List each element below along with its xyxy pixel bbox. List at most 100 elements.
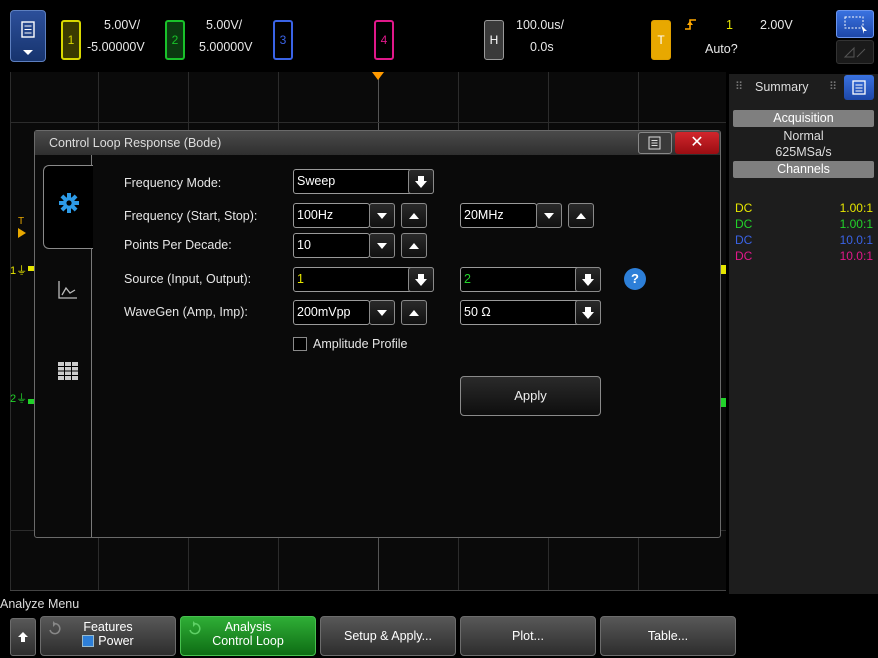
arrow-down-icon <box>415 273 427 286</box>
main-menu-button[interactable] <box>10 10 46 62</box>
frequency-label: Frequency (Start, Stop): <box>124 209 258 223</box>
rotate-knob-icon <box>49 621 61 635</box>
channel-1-ground-icon: ⏚ <box>16 265 28 277</box>
summary-tab-bar: ⠿ Summary ⠿ <box>729 74 878 102</box>
frequency-start-decrement[interactable] <box>369 203 395 228</box>
rising-edge-icon <box>685 19 696 30</box>
top-status-bar: 1 5.00V/ -5.00000V 2 5.00V/ 5.00000V 3 4… <box>0 0 878 72</box>
frequency-start-input[interactable]: 100Hz <box>293 203 370 228</box>
drag-handle-icon[interactable]: ⠿ <box>735 80 743 93</box>
source-input-select[interactable]: 1 <box>293 267 434 292</box>
channel-2-number: 2 <box>171 33 179 47</box>
points-per-decade-increment[interactable] <box>401 233 427 258</box>
measure-tool-button[interactable] <box>836 40 874 64</box>
trigger-button[interactable]: T <box>651 20 671 60</box>
softkey-analysis[interactable]: Analysis Control Loop <box>180 616 316 656</box>
help-icon: ? <box>631 271 639 286</box>
summary-tab-label[interactable]: Summary <box>755 80 808 94</box>
source-output-value: 2 <box>464 272 471 286</box>
channel-coupling: DC <box>735 249 753 263</box>
power-checkbox-icon <box>82 635 95 647</box>
arrow-up-icon <box>18 632 28 642</box>
frequency-stop-input[interactable]: 20MHz <box>460 203 537 228</box>
channel-3-number: 3 <box>279 33 287 47</box>
channel-coupling: DC <box>735 201 753 215</box>
channel-probe: 10.0:1 <box>839 249 873 263</box>
source-output-select[interactable]: 2 <box>460 267 601 292</box>
acquisition-header: Acquisition <box>733 110 874 127</box>
channel-2-ground-icon: ⏚ <box>16 393 28 405</box>
points-per-decade-decrement[interactable] <box>369 233 395 258</box>
channel-1-button[interactable]: 1 <box>61 20 81 60</box>
channel-2-offset: 5.00000V <box>199 40 253 54</box>
close-button[interactable]: ✕ <box>675 132 719 154</box>
wavegen-amplitude-decrement[interactable] <box>369 300 395 325</box>
tab-settings[interactable] <box>43 165 93 249</box>
summary-panel: ⠿ Summary ⠿ Acquisition Normal 625MSa/s … <box>729 74 878 594</box>
help-button[interactable]: ? <box>624 268 646 290</box>
channel-coupling: DC <box>735 233 753 247</box>
tab-plot[interactable] <box>57 279 79 304</box>
channel-2-button[interactable]: 2 <box>165 20 185 60</box>
amplitude-profile-checkbox[interactable] <box>293 337 307 351</box>
trigger-level-arrow-icon <box>18 228 26 238</box>
points-per-decade-input[interactable]: 10 <box>293 233 370 258</box>
points-per-decade-label: Points Per Decade: <box>124 238 232 252</box>
wavegen-impedance-select[interactable]: 50 Ω <box>460 300 601 325</box>
apply-button[interactable]: Apply <box>460 376 601 416</box>
frequency-stop-decrement[interactable] <box>536 203 562 228</box>
zoom-select-button[interactable] <box>836 10 874 38</box>
chevron-up-icon <box>409 212 419 219</box>
wavegen-impedance-value: 50 Ω <box>464 305 491 319</box>
panel-menu-button[interactable] <box>844 75 874 100</box>
frequency-start-increment[interactable] <box>401 203 427 228</box>
dialog-title-bar[interactable]: Control Loop Response (Bode) ✕ <box>35 131 720 155</box>
trigger-level: 2.00V <box>760 18 793 32</box>
frequency-mode-value: Sweep <box>297 174 336 188</box>
tab-table[interactable] <box>57 361 79 384</box>
wavegen-label: WaveGen (Amp, Imp): <box>124 305 248 319</box>
channel-3-row: DC 10.0:1 <box>735 232 873 248</box>
wavegen-amplitude-value: 200mVpp <box>297 305 351 319</box>
horizontal-button[interactable]: H <box>484 20 504 60</box>
wavegen-amplitude-increment[interactable] <box>401 300 427 325</box>
channel-4-button[interactable]: 4 <box>374 20 394 60</box>
channel-probe: 10.0:1 <box>839 233 873 247</box>
chevron-up-icon <box>409 242 419 249</box>
softkey-table-label: Table... <box>647 629 689 643</box>
table-icon <box>58 362 78 380</box>
channel-probe: 1.00:1 <box>839 217 873 231</box>
apply-button-label: Apply <box>514 388 547 403</box>
channel-3-button[interactable]: 3 <box>273 20 293 60</box>
frequency-mode-label: Frequency Mode: <box>124 176 222 190</box>
arrow-down-icon <box>415 175 427 188</box>
source-label: Source (Input, Output): <box>124 272 252 286</box>
softkey-features[interactable]: Features Power <box>40 616 176 656</box>
softkey-setup-apply[interactable]: Setup & Apply... <box>320 616 456 656</box>
trigger-position-marker[interactable] <box>372 72 384 80</box>
softkey-features-value-row: Power <box>41 634 175 648</box>
source-input-dropdown[interactable] <box>408 267 434 292</box>
frequency-start-value: 100Hz <box>297 208 334 222</box>
softkey-table[interactable]: Table... <box>600 616 736 656</box>
amplitude-profile-label: Amplitude Profile <box>313 337 408 351</box>
trigger-level-marker[interactable]: T <box>18 216 24 227</box>
horizontal-delay: 0.0s <box>530 40 554 54</box>
drag-handle-icon[interactable]: ⠿ <box>829 80 837 93</box>
channels-header: Channels <box>733 161 874 178</box>
menu-title: Analyze Menu <box>0 597 80 611</box>
softkey-setup-apply-label: Setup & Apply... <box>343 629 433 643</box>
frequency-mode-select[interactable]: Sweep <box>293 169 434 194</box>
softkey-plot[interactable]: Plot... <box>460 616 596 656</box>
plot-icon <box>58 281 77 299</box>
softkey-plot-label: Plot... <box>512 629 544 643</box>
wavegen-amplitude-input[interactable]: 200mVpp <box>293 300 370 325</box>
dialog-menu-button[interactable] <box>638 132 672 154</box>
acquisition-section: Acquisition Normal 625MSa/s Channels <box>729 110 878 178</box>
frequency-stop-increment[interactable] <box>568 203 594 228</box>
wavegen-impedance-dropdown[interactable] <box>575 300 601 325</box>
frequency-mode-dropdown[interactable] <box>408 169 434 194</box>
back-button[interactable] <box>10 618 36 656</box>
source-input-value: 1 <box>297 272 304 286</box>
source-output-dropdown[interactable] <box>575 267 601 292</box>
